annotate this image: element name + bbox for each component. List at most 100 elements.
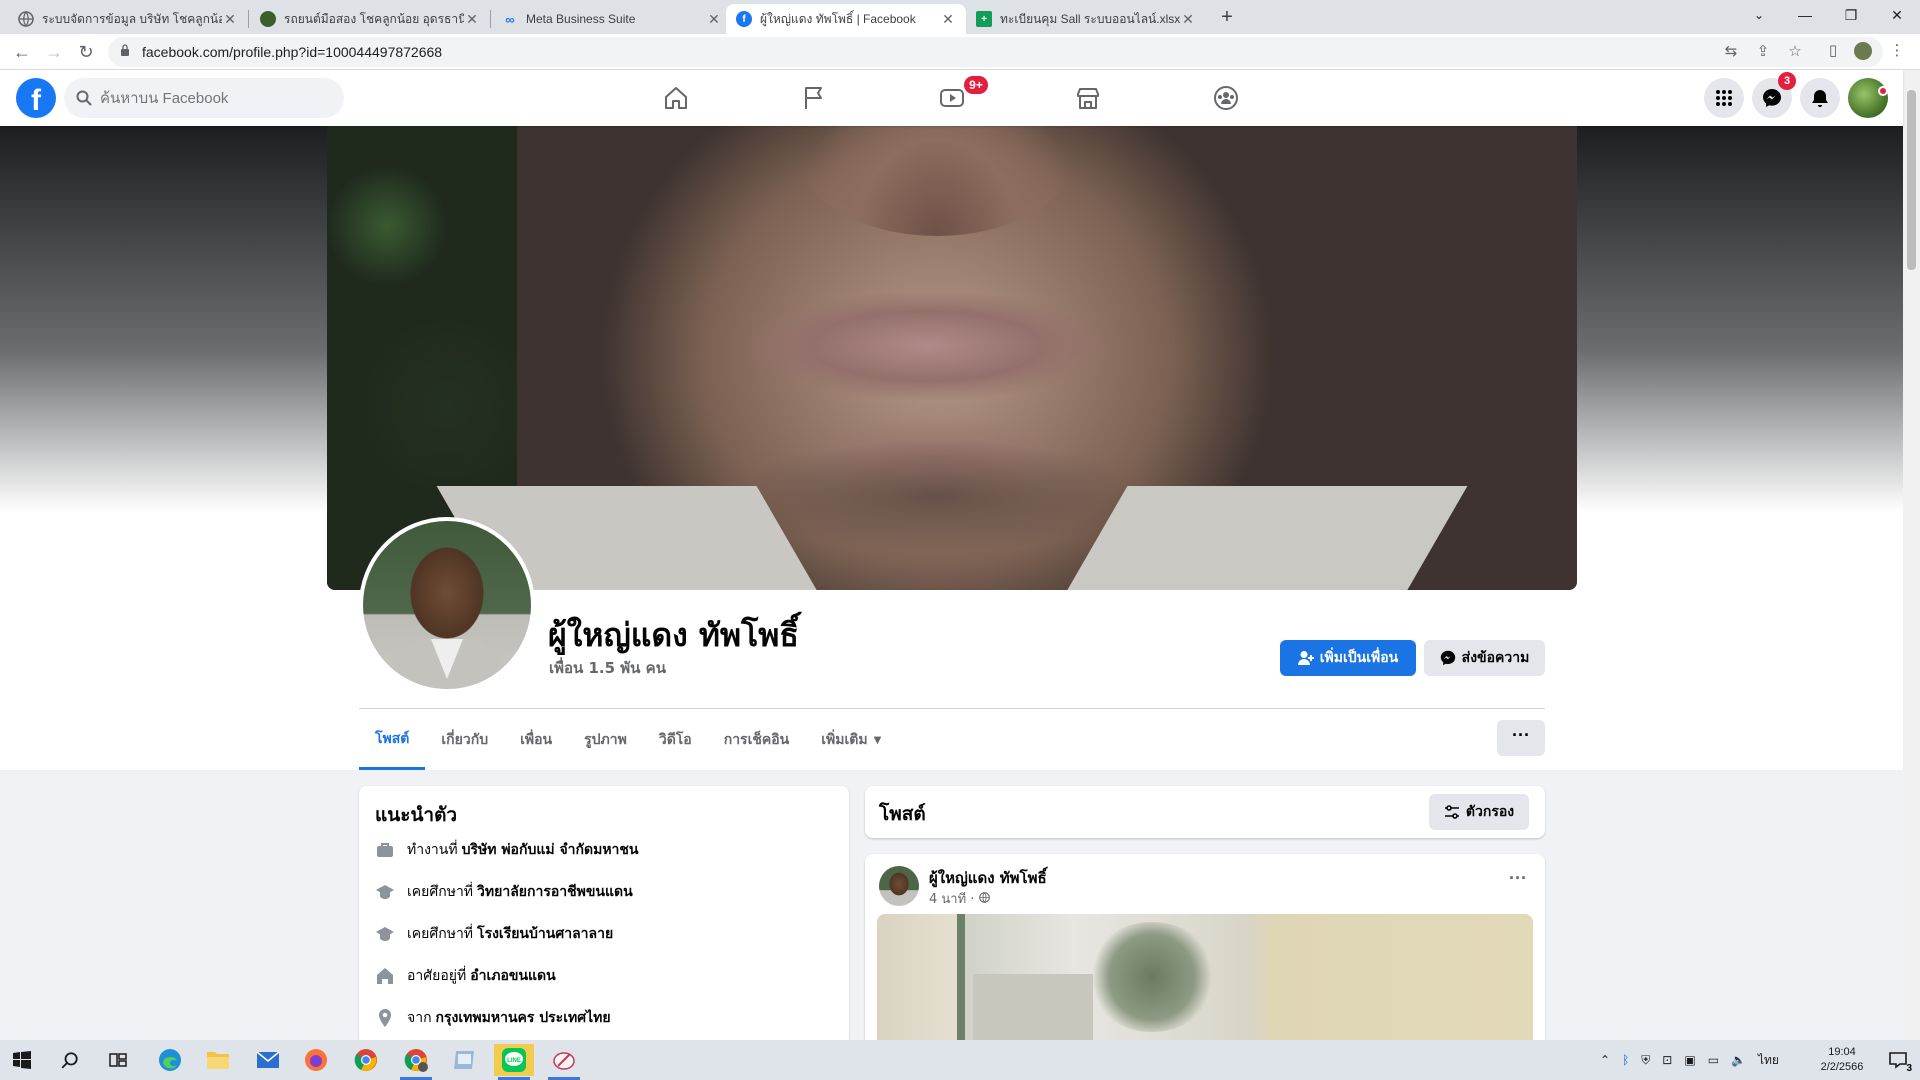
taskbar-chrome[interactable] — [346, 1044, 386, 1076]
post-photo[interactable] — [877, 914, 1533, 1054]
tab-more[interactable]: เพิ่มเติม ▼ — [805, 710, 897, 770]
profile-avatar-icon[interactable] — [1854, 42, 1872, 60]
taskbar-clock[interactable]: 19:04 2/2/2566 — [1812, 1045, 1872, 1075]
intro-lives-in: อาศัยอยู่ที่ อำเภอขนแดน — [375, 964, 556, 988]
taskbar-search-button[interactable] — [50, 1044, 90, 1076]
bookmark-star-icon[interactable]: ☆ — [1786, 43, 1804, 61]
taskbar-firefox[interactable] — [296, 1044, 336, 1076]
close-tab-icon[interactable]: ✕ — [464, 11, 480, 28]
forward-button[interactable]: → — [42, 40, 66, 64]
close-tab-icon[interactable]: ✕ — [1180, 11, 1196, 28]
messenger-button[interactable]: 3 — [1752, 72, 1796, 118]
close-tab-icon[interactable]: ✕ — [940, 11, 956, 28]
graduation-cap-icon — [376, 927, 394, 941]
profile-more-button[interactable]: ··· — [1497, 720, 1545, 756]
browser-tab-2[interactable]: รถยนต์มือสอง โชคลูกน้อย อุดรธานี ✕ — [250, 4, 490, 34]
browser-tab-4[interactable]: f ผู้ใหญ่แดง ทัพโพธิ์ | Facebook ✕ — [726, 4, 966, 34]
tab-checkins[interactable]: การเช็คอิน — [708, 710, 806, 770]
messenger-icon — [1763, 89, 1781, 107]
share-icon[interactable]: ⇪ — [1754, 43, 1772, 61]
nav-home[interactable] — [620, 70, 732, 126]
reload-button[interactable]: ↻ — [74, 40, 98, 64]
new-tab-button[interactable]: + — [1215, 6, 1239, 30]
facebook-logo-icon[interactable]: f — [16, 78, 56, 118]
nav-marketplace[interactable] — [1032, 70, 1144, 126]
scrollbar-thumb[interactable] — [1907, 90, 1916, 270]
nav-groups[interactable] — [1170, 70, 1282, 126]
intro-value[interactable]: อำเภอขนแดน — [470, 965, 556, 987]
add-friend-button[interactable]: เพิ่มเป็นเพื่อน — [1280, 640, 1416, 676]
back-button[interactable]: ← — [10, 40, 34, 64]
translate-icon[interactable]: ⇆ — [1722, 43, 1740, 61]
taskbar-app[interactable] — [444, 1044, 484, 1076]
taskbar-mail[interactable] — [248, 1044, 288, 1076]
filter-button[interactable]: ตัวกรอง — [1429, 794, 1529, 830]
folder-icon — [207, 1052, 229, 1069]
network-icon[interactable]: ▭ — [1708, 1053, 1719, 1067]
cover-photo[interactable] — [327, 126, 1577, 590]
post-options-icon[interactable]: ··· — [1509, 868, 1527, 889]
display-icon[interactable]: ▣ — [1684, 1053, 1695, 1067]
intro-value[interactable]: บริษัท พ่อกับแม่ จำกัดมหาชน — [462, 839, 639, 861]
post-timestamp[interactable]: 4 นาที · — [929, 888, 990, 909]
taskbar-edge[interactable] — [150, 1044, 190, 1076]
notifications-button[interactable] — [1800, 78, 1840, 118]
minimize-button[interactable]: — — [1782, 0, 1828, 30]
facebook-icon: f — [736, 11, 752, 27]
menu-button[interactable] — [1704, 78, 1744, 118]
video-icon — [940, 89, 964, 107]
show-hidden-icons-icon[interactable]: ⌃ — [1600, 1053, 1610, 1067]
restore-button[interactable]: ❐ — [1828, 0, 1874, 30]
address-bar[interactable]: facebook.com/profile.php?id=100044497872… — [108, 37, 1883, 67]
send-message-button[interactable]: ส่งข้อความ — [1424, 640, 1545, 676]
input-language[interactable]: ไทย — [1758, 1051, 1779, 1070]
tab-posts[interactable]: โพสต์ — [359, 710, 426, 770]
intro-value[interactable]: กรุงเทพมหานคร ประเทศไทย — [436, 1007, 611, 1029]
post-author-name[interactable]: ผู้ใหญ่แดง ทัพโพธิ์ — [929, 866, 1047, 890]
facebook-search[interactable] — [64, 78, 344, 118]
profile-picture[interactable] — [359, 517, 535, 693]
taskbar-drawing-app[interactable] — [544, 1044, 584, 1080]
close-tab-icon[interactable]: ✕ — [706, 11, 722, 28]
start-button[interactable] — [2, 1044, 42, 1076]
facebook-top-bar: f 9+ 3 — [0, 70, 1903, 126]
tab-friends[interactable]: เพื่อน — [504, 710, 568, 770]
volume-icon[interactable]: 🔈 — [1731, 1053, 1746, 1067]
bell-icon — [1812, 90, 1828, 107]
search-input[interactable] — [100, 78, 330, 118]
chrome-menu-icon[interactable]: ⋮ — [1888, 42, 1906, 60]
browser-tab-5[interactable]: + ทะเบียนคุม Sall ระบบออนไลน์.xlsx - G ✕ — [966, 4, 1206, 34]
tab-videos[interactable]: วิดีโอ — [643, 710, 708, 770]
friend-count[interactable]: เพื่อน 1.5 พัน คน — [549, 656, 666, 680]
intro-prefix: ทำงานที่ — [407, 842, 458, 858]
taskbar-line[interactable]: LINE — [494, 1044, 534, 1080]
browser-tab-3[interactable]: ∞ Meta Business Suite ✕ — [492, 4, 732, 34]
intro-value[interactable]: โรงเรียนบ้านศาลาลาย — [477, 923, 613, 945]
caret-down-icon: ▼ — [873, 734, 882, 746]
tab-photos[interactable]: รูปภาพ — [568, 710, 643, 770]
browser-tab-1[interactable]: ระบบจัดการข้อมูล บริษัท โชคลูกน้อย - ✕ — [8, 4, 248, 34]
side-panel-icon[interactable]: ▯ — [1824, 42, 1842, 60]
nav-pages[interactable] — [758, 70, 870, 126]
send-message-label: ส่งข้อความ — [1461, 650, 1530, 666]
post-author-avatar[interactable] — [879, 866, 919, 906]
close-tab-icon[interactable]: ✕ — [222, 11, 238, 28]
action-center-button[interactable]: 3 — [1878, 1044, 1918, 1076]
bluetooth-icon[interactable]: ᛒ — [1622, 1053, 1629, 1067]
search-icon — [61, 1052, 78, 1069]
tab-search-icon[interactable]: ⌄ — [1736, 0, 1782, 30]
line-app-icon: LINE — [502, 1048, 526, 1072]
close-window-button[interactable]: ✕ — [1874, 0, 1920, 30]
taskbar-chrome-profile[interactable] — [396, 1044, 436, 1080]
intro-value[interactable]: วิทยาลัยการอาชีพขนแดน — [477, 881, 633, 903]
shield-icon[interactable]: ⛨ — [1641, 1053, 1650, 1068]
search-icon — [76, 90, 92, 106]
device-icon[interactable]: ⊡ — [1662, 1053, 1672, 1067]
task-view-button[interactable] — [98, 1044, 138, 1076]
tab-about[interactable]: เกี่ยวกับ — [425, 710, 504, 770]
chrome-icon — [354, 1049, 377, 1071]
account-avatar[interactable] — [1848, 78, 1888, 118]
taskbar-file-explorer[interactable] — [198, 1044, 238, 1076]
nav-watch[interactable]: 9+ — [896, 70, 1008, 126]
page-scrollbar[interactable] — [1903, 70, 1920, 1040]
